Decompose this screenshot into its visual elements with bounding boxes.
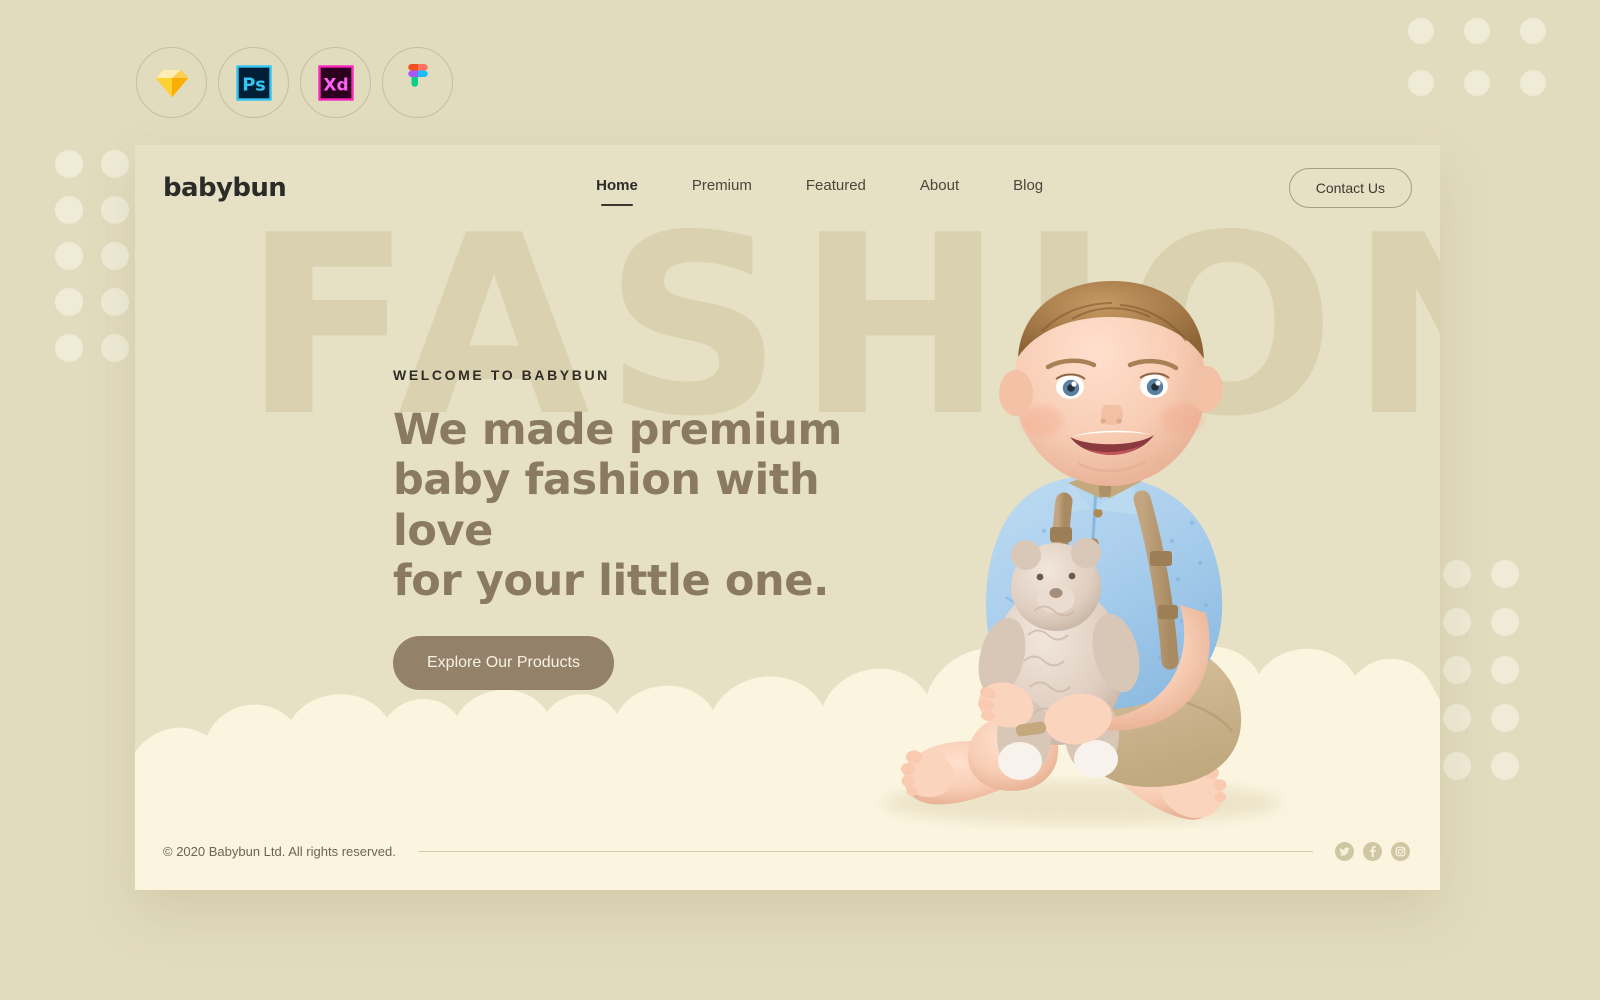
- dot: [1520, 70, 1546, 96]
- dot: [1464, 70, 1490, 96]
- hero-headline: We made premium baby fashion with love f…: [393, 405, 913, 606]
- landing-page-card: FASHION babybun Home Premium Featured Ab…: [135, 145, 1440, 890]
- dot: [1443, 704, 1471, 732]
- dot: [1408, 70, 1434, 96]
- photoshop-tool-button[interactable]: Ps: [218, 47, 289, 118]
- hero-eyebrow: WELCOME TO BABYBUN: [393, 367, 610, 383]
- svg-text:Xd: Xd: [323, 75, 348, 95]
- instagram-icon[interactable]: [1391, 841, 1410, 861]
- site-logo[interactable]: babybun: [163, 173, 287, 203]
- photoshop-icon: Ps: [235, 64, 272, 101]
- dot: [101, 196, 129, 224]
- dot: [55, 242, 83, 270]
- nav-item-about[interactable]: About: [920, 177, 959, 198]
- dot: [1443, 608, 1471, 636]
- explore-our-products-button[interactable]: Explore Our Products: [393, 636, 614, 691]
- dot: [101, 242, 129, 270]
- adobe-xd-icon: Xd: [317, 64, 354, 101]
- decorative-dots-top-right: [1408, 18, 1576, 122]
- nav-item-featured[interactable]: Featured: [806, 177, 866, 198]
- adobe-xd-tool-button[interactable]: Xd: [300, 47, 371, 118]
- dot: [1464, 18, 1490, 44]
- hero-text-block: WELCOME TO BABYBUN We made premium baby …: [393, 367, 913, 691]
- headline-line-3: for your little one.: [393, 555, 829, 606]
- twitter-icon[interactable]: [1335, 841, 1354, 861]
- dot: [1408, 18, 1434, 44]
- dot: [1520, 18, 1546, 44]
- dot: [1491, 560, 1519, 588]
- facebook-icon[interactable]: [1363, 841, 1382, 861]
- dot: [1491, 656, 1519, 684]
- footer: © 2020 Babybun Ltd. All rights reserved.: [135, 812, 1440, 890]
- nav-item-home[interactable]: Home: [596, 177, 638, 198]
- dot: [1443, 752, 1471, 780]
- dot: [1491, 752, 1519, 780]
- design-tool-toolbar: Ps Xd: [136, 47, 453, 118]
- dot: [101, 288, 129, 316]
- nav-item-blog[interactable]: Blog: [1013, 177, 1043, 198]
- contact-us-button[interactable]: Contact Us: [1288, 167, 1412, 208]
- footer-divider: [417, 850, 1313, 852]
- dot: [101, 150, 129, 178]
- headline-line-2: baby fashion with love: [393, 455, 820, 556]
- copyright-text: © 2020 Babybun Ltd. All rights reserved.: [163, 843, 396, 859]
- nav-menu: Home Premium Featured About Blog: [596, 177, 1043, 198]
- figma-tool-button[interactable]: [382, 47, 453, 118]
- dot: [55, 196, 83, 224]
- nav-item-premium[interactable]: Premium: [692, 177, 752, 198]
- decorative-dots-left: [55, 150, 147, 380]
- sketch-tool-button[interactable]: [136, 47, 207, 118]
- dot: [1491, 704, 1519, 732]
- dot: [1443, 656, 1471, 684]
- dot: [101, 334, 129, 362]
- social-links: [1335, 841, 1410, 861]
- dot: [55, 150, 83, 178]
- decorative-dots-right: [1443, 560, 1539, 800]
- figma-icon: [407, 63, 428, 87]
- sketch-icon: [155, 69, 188, 97]
- headline-line-1: We made premium: [393, 405, 842, 455]
- dot: [55, 288, 83, 316]
- svg-text:Ps: Ps: [242, 74, 266, 95]
- navbar: babybun Home Premium Featured About Blog…: [135, 145, 1440, 230]
- dot: [1443, 560, 1471, 588]
- dot: [1491, 608, 1519, 636]
- dot: [55, 334, 83, 362]
